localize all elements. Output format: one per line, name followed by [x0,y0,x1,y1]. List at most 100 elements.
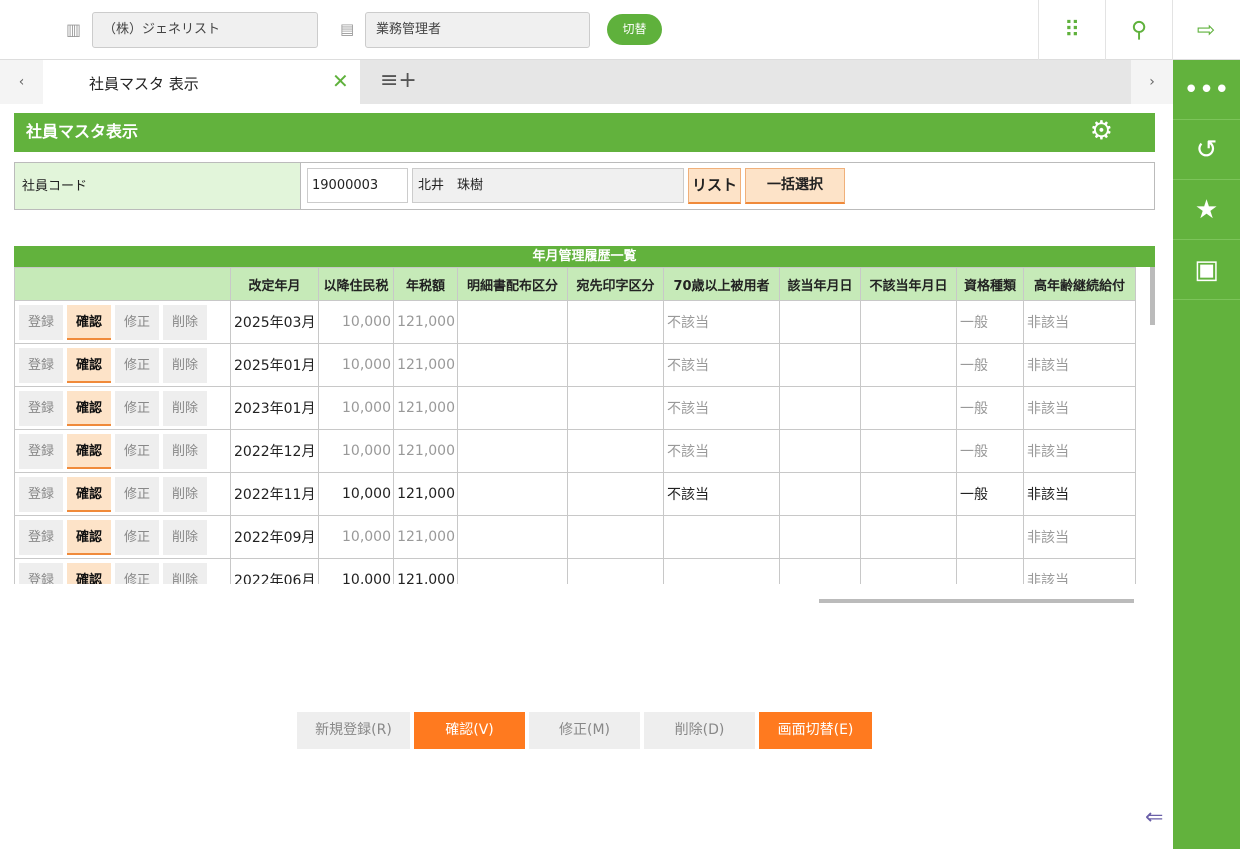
table-row[interactable]: 登録 確認 修正 削除 2022年06月 10,000 121,000 非該当 [14,558,1136,584]
table-row[interactable]: 登録 確認 修正 削除 2022年11月 10,000 121,000 不該当 一般 非該当 [14,472,1136,516]
row-confirm-button[interactable]: 確認 [67,390,111,426]
row-actions: 登録 確認 修正 削除 [14,429,231,473]
table-cell: 121,000 [393,429,458,473]
table-row[interactable]: 登録 確認 修正 削除 2022年09月 10,000 121,000 非該当 [14,515,1136,559]
row-delete-button[interactable]: 削除 [163,347,207,383]
table-cell: 2025年03月 [230,300,319,344]
table-cell [457,472,568,516]
table-row[interactable]: 登録 確認 修正 削除 2022年12月 10,000 121,000 不該当 一般 非該当 [14,429,1136,473]
row-confirm-button[interactable]: 確認 [67,304,111,340]
row-delete-button[interactable]: 削除 [163,519,207,555]
edit-button[interactable]: 修正(M) [529,712,640,749]
table-cell [860,515,957,559]
table-cell [956,515,1024,559]
header-actions [14,267,231,301]
table-cell [457,515,568,559]
table-cell [567,515,664,559]
star-icon[interactable]: ★ [1173,180,1240,240]
right-sidebar: ••• ↺ ★ ▣ [1173,60,1240,849]
vertical-scrollbar[interactable] [1150,267,1155,325]
table-cell [860,472,957,516]
row-delete-button[interactable]: 削除 [163,562,207,584]
tab-scroll-left[interactable]: ‹ [0,60,43,104]
row-edit-button[interactable]: 修正 [115,476,159,512]
table-cell: 10,000 [318,429,394,473]
employee-code-input[interactable]: 19000003 [307,168,408,203]
table-row[interactable]: 登録 確認 修正 削除 2023年01月 10,000 121,000 不該当 一般 非該当 [14,386,1136,430]
column-header: 70歳以上被用者 [663,267,780,301]
row-edit-button[interactable]: 修正 [115,347,159,383]
row-actions: 登録 確認 修正 削除 [14,300,231,344]
row-confirm-button[interactable]: 確認 [67,476,111,512]
search-icon[interactable]: ⚲ [1105,0,1172,60]
company-field[interactable]: （株）ジェネリスト [92,12,318,48]
row-edit-button[interactable]: 修正 [115,390,159,426]
table-row[interactable]: 登録 確認 修正 削除 2025年03月 10,000 121,000 不該当 一般 非該当 [14,300,1136,344]
table-row[interactable]: 登録 確認 修正 削除 2025年01月 10,000 121,000 不該当 一般 非該当 [14,343,1136,387]
apps-grid-icon[interactable]: ⠿ [1038,0,1105,60]
close-icon[interactable]: ✕ [332,69,349,93]
row-delete-button[interactable]: 削除 [163,304,207,340]
table-cell: 2022年11月 [230,472,319,516]
table-cell: 非該当 [1023,343,1136,387]
table-cell: 121,000 [393,386,458,430]
bulk-select-button[interactable]: 一括選択 [745,168,845,204]
table-cell: 不該当 [663,343,780,387]
history-icon[interactable]: ↺ [1173,120,1240,180]
row-edit-button[interactable]: 修正 [115,304,159,340]
top-bar: ▥ （株）ジェネリスト ▤ 業務管理者 切替 ⠿ ⚲ ⇨ [0,0,1240,60]
building-icon: ▥ [66,20,82,39]
add-tab-icon[interactable]: ≡+ [380,68,417,93]
logout-icon[interactable]: ⇨ [1172,0,1239,60]
row-register-button[interactable]: 登録 [19,433,63,469]
table-cell: 不該当 [663,429,780,473]
table-cell: 121,000 [393,515,458,559]
horizontal-scrollbar[interactable] [819,599,1134,603]
table-cell: 不該当 [663,300,780,344]
table-cell: 一般 [956,429,1024,473]
table-cell [567,472,664,516]
row-confirm-button[interactable]: 確認 [67,433,111,469]
row-confirm-button[interactable]: 確認 [67,562,111,584]
table-cell: 非該当 [1023,386,1136,430]
table-cell [860,429,957,473]
row-edit-button[interactable]: 修正 [115,562,159,584]
tab-scroll-right[interactable]: › [1131,60,1173,104]
gear-icon[interactable]: ⚙ [1090,113,1113,150]
code-label: 社員コード [15,163,301,209]
table-cell: 不該当 [663,386,780,430]
table-cell: 10,000 [318,386,394,430]
table-cell [779,558,861,584]
row-edit-button[interactable]: 修正 [115,519,159,555]
screen-switch-button[interactable]: 画面切替(E) [759,712,872,749]
more-icon[interactable]: ••• [1173,60,1240,120]
row-confirm-button[interactable]: 確認 [67,347,111,383]
row-register-button[interactable]: 登録 [19,476,63,512]
row-delete-button[interactable]: 削除 [163,390,207,426]
role-field[interactable]: 業務管理者 [365,12,590,48]
collapse-arrow-icon[interactable]: ⇐ [1145,805,1163,830]
inbox-icon[interactable]: ▣ [1173,240,1240,300]
row-confirm-button[interactable]: 確認 [67,519,111,555]
table-cell: 一般 [956,343,1024,387]
employee-name-field: 北井 珠樹 [412,168,684,203]
table-cell [567,343,664,387]
row-register-button[interactable]: 登録 [19,519,63,555]
row-delete-button[interactable]: 削除 [163,433,207,469]
new-register-button[interactable]: 新規登録(R) [297,712,410,749]
row-register-button[interactable]: 登録 [19,347,63,383]
table-cell: 10,000 [318,300,394,344]
delete-button[interactable]: 削除(D) [644,712,755,749]
row-edit-button[interactable]: 修正 [115,433,159,469]
tab-employee-master[interactable]: 社員マスタ 表示 ✕ [43,60,360,104]
row-register-button[interactable]: 登録 [19,304,63,340]
row-delete-button[interactable]: 削除 [163,476,207,512]
switch-button[interactable]: 切替 [607,14,662,45]
confirm-button[interactable]: 確認(V) [414,712,525,749]
table-cell: 2025年01月 [230,343,319,387]
column-header: 資格種類 [956,267,1024,301]
list-button[interactable]: リスト [688,168,741,204]
table-cell: 121,000 [393,472,458,516]
row-register-button[interactable]: 登録 [19,390,63,426]
row-register-button[interactable]: 登録 [19,562,63,584]
